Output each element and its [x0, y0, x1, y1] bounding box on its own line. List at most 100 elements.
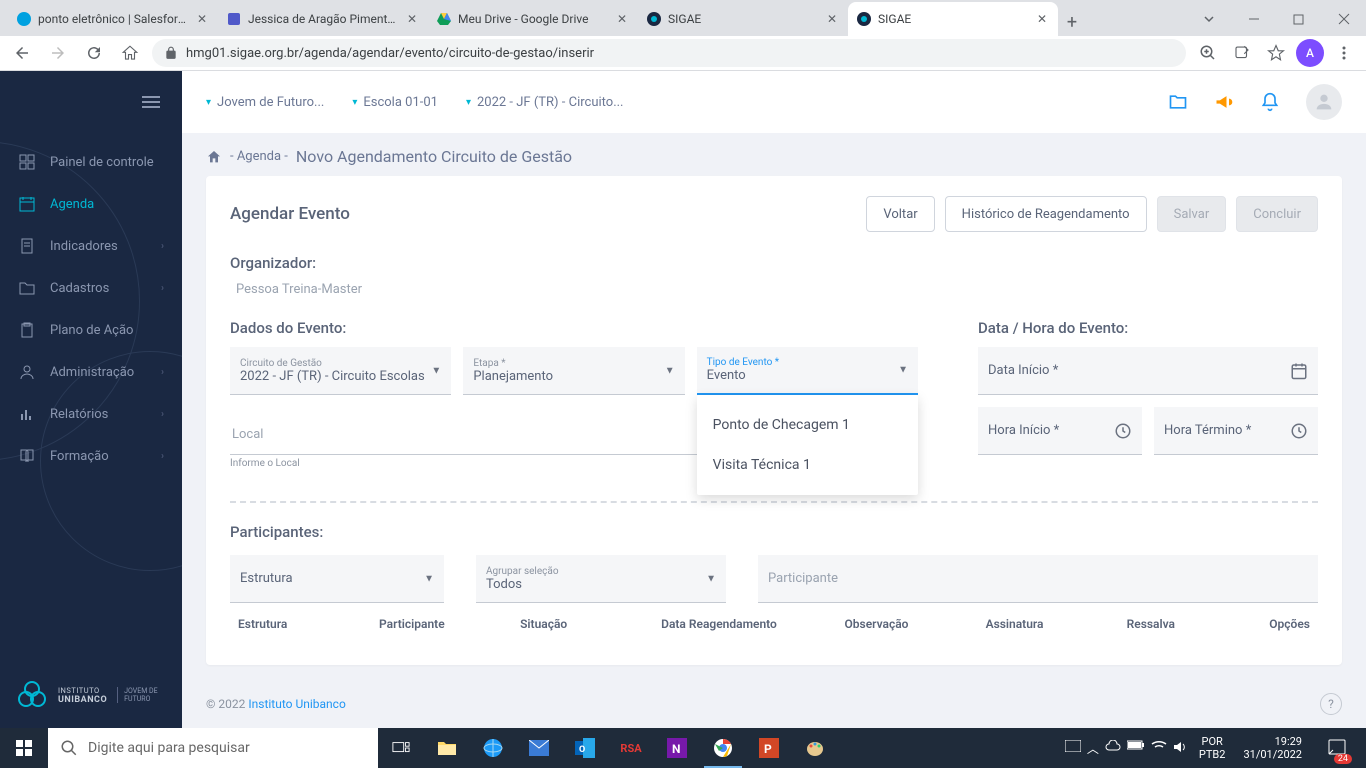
powerpoint-icon[interactable]: P [746, 728, 792, 768]
browser-tab[interactable]: Jessica de Aragão Pimenta | ✕ [218, 2, 428, 36]
sidebar-item-plano[interactable]: Plano de Ação [0, 309, 182, 351]
agrupar-select[interactable]: Agrupar seleção Todos ▼ [476, 555, 726, 603]
help-button[interactable]: ? [1320, 693, 1342, 715]
th-assinatura: Assinatura [986, 617, 1127, 631]
organizer-value: Pessoa Treina-Master [230, 282, 1318, 297]
svg-text:O: O [579, 745, 585, 755]
close-icon[interactable]: ✕ [404, 11, 420, 27]
hora-termino-input[interactable]: Hora Término * [1154, 407, 1318, 455]
rsa-icon[interactable]: RSA [608, 728, 654, 768]
paint-icon[interactable] [792, 728, 838, 768]
participante-input[interactable]: Participante [758, 555, 1318, 603]
close-icon[interactable]: ✕ [194, 11, 210, 27]
reload-button[interactable] [80, 39, 108, 67]
footer-link[interactable]: Instituto Unibanco [248, 697, 345, 711]
menu-toggle-icon[interactable] [142, 96, 160, 108]
topbar: ▾ Jovem de Futuro... ▾ Escola 01-01 ▾ 20… [182, 71, 1366, 133]
menu-icon[interactable] [1330, 39, 1358, 67]
historico-button[interactable]: Histórico de Reagendamento [945, 196, 1147, 232]
tray-cloud-icon[interactable] [1105, 740, 1121, 757]
sidebar-item-cadastros[interactable]: Cadastros › [0, 267, 182, 309]
close-icon[interactable]: ✕ [1034, 11, 1050, 27]
address-bar[interactable]: hmg01.sigae.org.br/agenda/agendar/evento… [152, 39, 1186, 67]
tray-keyboard-icon[interactable] [1065, 740, 1081, 757]
sidebar-item-indicadores[interactable]: Indicadores › [0, 225, 182, 267]
forward-button[interactable] [44, 39, 72, 67]
sidebar-item-admin[interactable]: Administração › [0, 351, 182, 393]
explorer-icon[interactable] [424, 728, 470, 768]
window-minimize-button[interactable] [1231, 4, 1276, 34]
sidebar-item-formacao[interactable]: Formação › [0, 435, 182, 477]
chart-icon [18, 406, 36, 422]
tray-battery-icon[interactable] [1127, 740, 1145, 757]
chrome-icon[interactable] [700, 728, 746, 768]
concluir-button[interactable]: Concluir [1236, 196, 1318, 232]
voltar-button[interactable]: Voltar [866, 196, 934, 232]
user-icon [18, 364, 36, 380]
clock[interactable]: 19:29 31/01/2022 [1237, 735, 1308, 761]
tray-icons[interactable]: ︿ [1065, 740, 1187, 757]
sidebar-item-agenda[interactable]: Agenda [0, 183, 182, 225]
dropdown-option[interactable]: Ponto de Checagem 1 [697, 405, 918, 445]
etapa-select[interactable]: Etapa * Planejamento ▼ [463, 347, 684, 395]
taskbar-search[interactable]: Digite aqui para pesquisar [48, 728, 378, 768]
sidebar-item-label: Administração [50, 365, 134, 380]
folder-button[interactable] [1168, 92, 1188, 112]
bookmark-icon[interactable] [1262, 39, 1290, 67]
tray-volume-icon[interactable] [1173, 740, 1187, 757]
start-button[interactable] [0, 728, 48, 768]
window-close-button[interactable] [1321, 4, 1366, 34]
sidebar-item-painel[interactable]: Painel de controle [0, 141, 182, 183]
notifications-tray[interactable]: 24 [1316, 728, 1358, 768]
browser-icon[interactable] [470, 728, 516, 768]
breadcrumb: - Agenda - Novo Agendamento Circuito de … [182, 133, 1366, 176]
notifications-button[interactable] [1260, 92, 1280, 112]
circuito-select[interactable]: Circuito de Gestão 2022 - JF (TR) - Circ… [230, 347, 451, 395]
window-dropdown-icon[interactable] [1186, 4, 1231, 34]
data-inicio-input[interactable]: Data Início * [978, 347, 1318, 395]
search-icon [60, 739, 78, 757]
context-selector-program[interactable]: ▾ Jovem de Futuro... [206, 95, 324, 110]
tray-wifi-icon[interactable] [1151, 740, 1167, 757]
hora-inicio-input[interactable]: Hora Início * [978, 407, 1142, 455]
context-selector-school[interactable]: ▾ Escola 01-01 [352, 95, 438, 110]
home-button[interactable] [116, 39, 144, 67]
chevron-down-icon: ▼ [665, 365, 675, 376]
context-selector-circuit[interactable]: ▾ 2022 - JF (TR) - Circuito... [466, 95, 624, 110]
sidebar-item-relatorios[interactable]: Relatórios › [0, 393, 182, 435]
home-icon[interactable] [206, 149, 222, 165]
browser-tab[interactable]: Meu Drive - Google Drive ✕ [428, 2, 638, 36]
estrutura-select[interactable]: Estrutura ▼ [230, 555, 444, 603]
chevron-down-icon: ▼ [706, 573, 716, 584]
user-avatar[interactable] [1306, 84, 1342, 120]
outlook-icon[interactable]: O [562, 728, 608, 768]
announcement-button[interactable] [1214, 92, 1234, 112]
footer: © 2022 Instituto Unibanco ? [182, 681, 1366, 727]
teams-icon [226, 11, 242, 27]
language-indicator[interactable]: POR PTB2 [1195, 735, 1230, 761]
breadcrumb-segment[interactable]: - Agenda - [230, 149, 288, 164]
dropdown-option[interactable]: Visita Técnica 1 [697, 445, 918, 485]
task-view-button[interactable] [378, 728, 424, 768]
salvar-button[interactable]: Salvar [1157, 196, 1227, 232]
salesforce-icon [16, 11, 32, 27]
address-row: hmg01.sigae.org.br/agenda/agendar/evento… [0, 36, 1366, 71]
zoom-icon[interactable] [1194, 39, 1222, 67]
share-icon[interactable] [1228, 39, 1256, 67]
close-icon[interactable]: ✕ [824, 11, 840, 27]
window-maximize-button[interactable] [1276, 4, 1321, 34]
browser-tab-active[interactable]: SIGAE ✕ [848, 2, 1058, 36]
back-button[interactable] [8, 39, 36, 67]
profile-avatar[interactable]: A [1296, 39, 1324, 67]
divider [230, 501, 1318, 503]
new-tab-button[interactable]: + [1058, 8, 1086, 36]
chevron-right-icon: › [161, 241, 164, 252]
tray-chevron-up-icon[interactable]: ︿ [1087, 740, 1099, 757]
tipo-evento-select[interactable]: Tipo de Evento * Evento ▼ Ponto de Checa… [697, 347, 918, 395]
browser-tab[interactable]: SIGAE ✕ [638, 2, 848, 36]
browser-tab[interactable]: ponto eletrônico | Salesforce ✕ [8, 2, 218, 36]
dashboard-icon [18, 154, 36, 170]
close-icon[interactable]: ✕ [614, 11, 630, 27]
onenote-icon[interactable]: N [654, 728, 700, 768]
mail-icon[interactable] [516, 728, 562, 768]
